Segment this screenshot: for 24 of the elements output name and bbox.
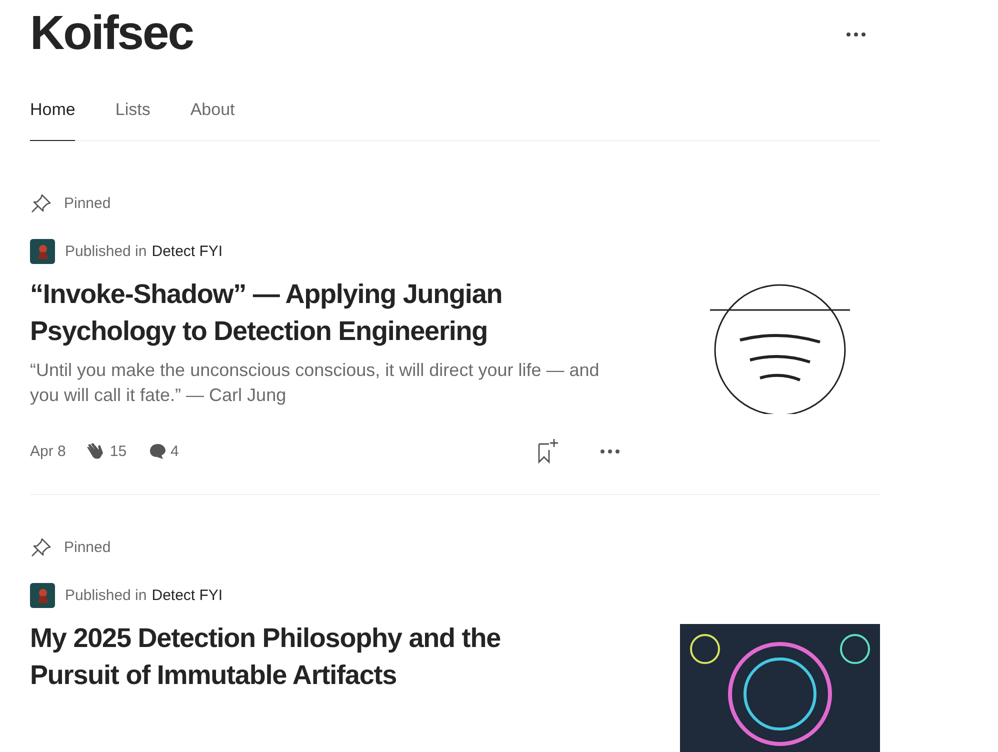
- nav-tab[interactable]: Lists: [115, 100, 150, 141]
- more-icon: [600, 448, 620, 454]
- bookmark-add-icon: [536, 438, 560, 464]
- published-in-label: Published in: [65, 587, 147, 604]
- comment-count: 4: [170, 442, 179, 460]
- more-icon: [846, 32, 866, 36]
- article-subtitle: “Until you make the unconscious conscious, it will direct your life — and you will call it fate.” — Carl Jung: [30, 359, 600, 407]
- article-title[interactable]: “Invoke-Shadow” — Applying Jungian Psychology to Detection Engineering: [30, 276, 570, 350]
- more-options-button[interactable]: [600, 448, 620, 454]
- publication-link[interactable]: Detect FYI: [152, 587, 223, 604]
- pinned-label: Pinned: [64, 538, 111, 556]
- clap-count: 15: [110, 442, 127, 460]
- nav-tab[interactable]: About: [190, 100, 235, 141]
- pin-icon: [30, 537, 52, 557]
- publish-date: Apr 8: [30, 442, 66, 460]
- blog-title: Koifsec: [30, 6, 193, 62]
- article-title[interactable]: My 2025 Detection Philosophy and the Pursuit of Immutable Artifacts: [30, 620, 570, 694]
- bookmark-button[interactable]: [536, 438, 560, 464]
- publication-link[interactable]: Detect FYI: [152, 243, 223, 260]
- pin-icon: [30, 193, 52, 213]
- nav-tab[interactable]: Home: [30, 100, 76, 141]
- pinned-label: Pinned: [64, 194, 111, 212]
- comment-icon: [148, 442, 167, 460]
- published-in-label: Published in: [65, 243, 147, 260]
